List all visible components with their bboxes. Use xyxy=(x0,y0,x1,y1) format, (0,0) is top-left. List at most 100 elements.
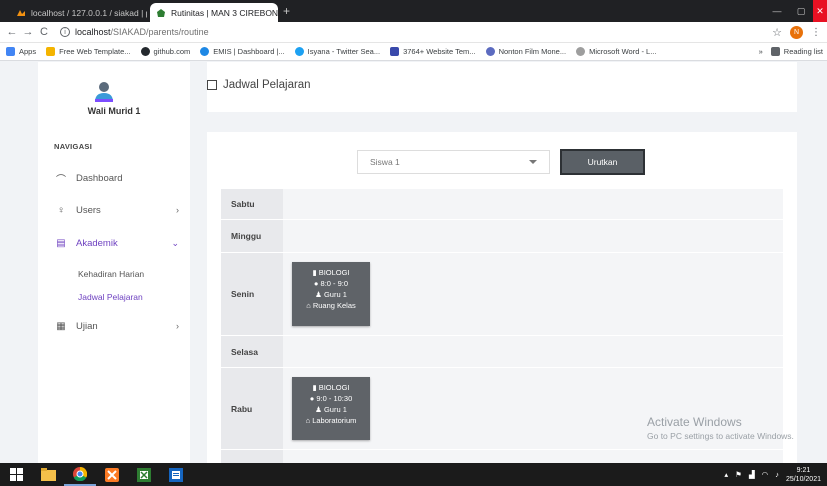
reload-icon[interactable]: C xyxy=(36,26,52,38)
person-icon: ♟ xyxy=(315,290,324,299)
taskbar-xampp[interactable] xyxy=(96,463,128,486)
forward-icon[interactable]: → xyxy=(20,26,36,38)
emis-icon xyxy=(200,47,210,56)
activate-windows-watermark: Activate Windows Go to PC settings to ac… xyxy=(647,415,794,441)
taskbar-file-explorer[interactable] xyxy=(32,463,64,486)
caret-down-icon xyxy=(529,160,537,164)
taskbar-clock[interactable]: 9:21 25/10/2021 xyxy=(786,466,821,484)
dashboard-icon: ⌒ xyxy=(56,174,66,186)
system-tray: ▴ ⚑ ▟ ◠ ♪ 9:21 25/10/2021 xyxy=(724,466,827,484)
twitter-icon xyxy=(294,47,304,56)
clock-date: 25/10/2021 xyxy=(785,475,821,483)
network-signal-icon[interactable]: ▟ xyxy=(749,470,755,479)
chip-time: ● 9:0 - 10:30 xyxy=(309,394,353,403)
back-icon[interactable]: ← xyxy=(4,26,20,38)
url-field[interactable]: i localhost/SIAKAD/parents/routine xyxy=(60,27,209,37)
browser-tab-bar: localhost / 127.0.0.1 / siakad | ph ✕ Ru… xyxy=(0,0,827,22)
day-label: Selasa xyxy=(221,336,283,367)
sidebar-item-label: Dashboard xyxy=(76,172,123,184)
bookmark-free-web-template[interactable]: Free Web Template... xyxy=(46,47,131,56)
show-hidden-icons-icon[interactable]: ▴ xyxy=(724,470,728,479)
flag-icon[interactable]: ⚑ xyxy=(735,470,742,479)
class-chip[interactable]: ▮ BIOLOGI ● 9:0 - 10:30 ♟ Guru 1 ⌂ Labor… xyxy=(292,377,370,440)
windows-logo-icon xyxy=(9,468,23,481)
bookmark-github[interactable]: github.com xyxy=(140,47,190,56)
chip-subject: ▮ BIOLOGI xyxy=(312,268,350,277)
sidebar-item-ujian[interactable]: ▦ Ujian › xyxy=(54,318,179,334)
user-icon: ♀ xyxy=(57,204,65,216)
home-icon: ⌂ xyxy=(306,301,313,310)
calendar-icon: ▦ xyxy=(56,320,66,332)
chevron-right-icon: › xyxy=(176,205,179,215)
school-icon xyxy=(157,8,165,17)
bookmark-website-templates[interactable]: 3764+ Website Tem... xyxy=(390,47,476,56)
window-controls: — ▢ ✕ xyxy=(765,0,827,22)
spreadsheet-icon xyxy=(137,467,151,482)
class-chip[interactable]: ▮ BIOLOGI ● 8:0 - 9:0 ♟ Guru 1 ⌂ Ruang K… xyxy=(292,262,370,326)
sidebar-item-label: Users xyxy=(76,204,101,216)
tab-rutinitas[interactable]: Rutinitas | MAN 3 CIREBON ✕ xyxy=(150,3,278,22)
close-window-icon[interactable]: ✕ xyxy=(813,0,827,22)
bookmark-twitter[interactable]: Isyana - Twitter Sea... xyxy=(294,47,380,56)
tab-title: localhost / 127.0.0.1 / siakad | ph xyxy=(31,7,147,18)
bookmark-microsoft-word[interactable]: Microsoft Word - L... xyxy=(576,47,656,56)
schedule-row-minggu: Minggu xyxy=(221,220,783,253)
volume-icon[interactable]: ♪ xyxy=(775,470,779,479)
chip-room: ⌂ Laboratorium xyxy=(305,416,357,425)
taskbar-word[interactable] xyxy=(160,463,192,486)
chip-time: ● 8:0 - 9:0 xyxy=(313,279,349,288)
page-title: Jadwal Pelajaran xyxy=(207,79,311,91)
apps-grid-icon xyxy=(6,47,15,56)
sidebar: Wali Murid 1 NAVIGASI ⌒ Dashboard ♀ User… xyxy=(38,62,190,463)
sidebar-item-akademik[interactable]: ▤ Akademik ⌄ xyxy=(54,235,179,251)
student-select-value: Siswa 1 xyxy=(370,157,400,167)
day-label xyxy=(221,450,283,463)
film-icon xyxy=(485,47,495,56)
wifi-icon[interactable]: ◠ xyxy=(762,470,769,479)
taskbar-excel[interactable] xyxy=(128,463,160,486)
start-button[interactable] xyxy=(0,463,32,486)
taskbar-chrome[interactable] xyxy=(64,463,96,486)
chevron-right-icon: › xyxy=(176,321,179,331)
sidebar-item-dashboard[interactable]: ⌒ Dashboard xyxy=(54,170,179,186)
student-select[interactable]: Siswa 1 xyxy=(357,150,550,174)
bookmarks-bar: Apps Free Web Template... github.com EMI… xyxy=(0,43,827,61)
header-card: Jadwal Pelajaran xyxy=(207,62,797,112)
menu-icon[interactable]: ⋮ xyxy=(811,27,821,38)
bookmark-star-icon[interactable]: ☆ xyxy=(772,26,782,39)
user-avatar-icon xyxy=(95,82,113,102)
day-slots xyxy=(283,450,783,463)
info-icon[interactable]: i xyxy=(60,27,70,37)
maximize-icon[interactable]: ▢ xyxy=(789,0,813,22)
reading-list-button[interactable]: Reading list xyxy=(770,47,823,56)
page-content: Wali Murid 1 NAVIGASI ⌒ Dashboard ♀ User… xyxy=(0,62,827,463)
calendar-icon xyxy=(207,80,217,90)
schedule-row-partial xyxy=(221,450,783,463)
new-tab-icon[interactable]: + xyxy=(283,4,290,18)
bookmark-nonton-film[interactable]: Nonton Film Mone... xyxy=(485,47,566,56)
schedule-card: Siswa 1 Urutkan Sabtu Minggu Senin ▮ BIO… xyxy=(207,132,797,463)
globe-icon xyxy=(576,47,586,56)
sidebar-subitem-kehadiran[interactable]: Kehadiran Harian xyxy=(78,269,144,279)
bookmark-emis[interactable]: EMIS | Dashboard |... xyxy=(200,47,285,56)
minimize-icon[interactable]: — xyxy=(765,0,789,22)
day-slots: ▮ BIOLOGI ● 8:0 - 9:0 ♟ Guru 1 ⌂ Ruang K… xyxy=(283,253,783,335)
url-host: localhost xyxy=(75,27,111,37)
sidebar-item-label: Ujian xyxy=(76,320,98,332)
reading-list-icon xyxy=(770,47,780,56)
tab-phpmyadmin[interactable]: localhost / 127.0.0.1 / siakad | ph ✕ xyxy=(10,3,147,22)
schedule-row-sabtu: Sabtu xyxy=(221,189,783,220)
website-template-icon xyxy=(390,47,400,56)
user-name: Wali Murid 1 xyxy=(87,106,141,116)
phpmyadmin-icon xyxy=(17,9,25,16)
sidebar-subitem-jadwal[interactable]: Jadwal Pelajaran xyxy=(78,292,143,302)
tab-title: Rutinitas | MAN 3 CIREBON xyxy=(171,7,278,18)
profile-avatar[interactable]: N xyxy=(790,25,803,39)
windows-taskbar: ▴ ⚑ ▟ ◠ ♪ 9:21 25/10/2021 xyxy=(0,463,827,486)
sidebar-item-users[interactable]: ♀ Users › xyxy=(54,202,179,218)
bookmark-apps[interactable]: Apps xyxy=(6,47,36,56)
url-path: /SIAKAD/parents/routine xyxy=(110,27,209,37)
sort-button[interactable]: Urutkan xyxy=(560,149,645,175)
more-bookmarks-icon[interactable]: » xyxy=(759,47,763,56)
chip-room: ⌂ Ruang Kelas xyxy=(306,301,356,310)
